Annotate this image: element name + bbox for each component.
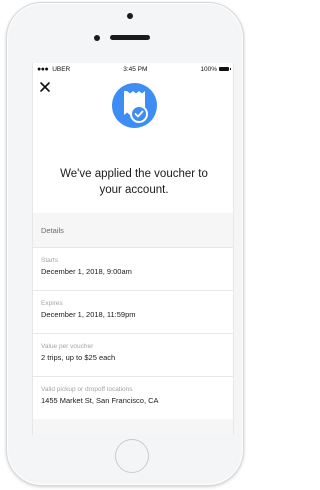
- status-bar: ●●● UBER 3:45 PM 100%: [33, 63, 233, 75]
- app-screen: ●●● UBER 3:45 PM 100% We've applied the …: [32, 63, 234, 435]
- details-section: Details Starts December 1, 2018, 9:00am …: [33, 213, 233, 435]
- detail-label: Starts: [41, 257, 58, 264]
- detail-row-value: Value per voucher 2 trips, up to $25 eac…: [33, 333, 233, 376]
- detail-row-starts: Starts December 1, 2018, 9:00am: [33, 247, 233, 290]
- battery-icon: [219, 66, 231, 72]
- carrier-name: UBER: [52, 65, 71, 73]
- detail-value: December 1, 2018, 11:59pm: [41, 310, 136, 319]
- detail-value: December 1, 2018, 9:00am: [41, 267, 132, 276]
- status-left: ●●● UBER: [37, 66, 70, 73]
- signal-icon: ●●●: [37, 65, 49, 73]
- front-camera: [94, 35, 100, 41]
- battery-percent: 100%: [200, 65, 217, 73]
- detail-row-locations: Valid pickup or dropoff locations 1455 M…: [33, 376, 233, 419]
- detail-label: Expires: [41, 300, 63, 307]
- close-icon: [40, 82, 50, 92]
- voucher-check-icon: [112, 83, 157, 128]
- top-camera-dot: [127, 13, 133, 19]
- home-button[interactable]: [115, 439, 149, 473]
- status-time: 3:45 PM: [123, 65, 148, 73]
- detail-value: 1455 Market St, San Francisco, CA: [41, 396, 159, 405]
- earpiece-speaker: [110, 35, 150, 40]
- close-button[interactable]: [39, 80, 51, 92]
- detail-value: 2 trips, up to $25 each: [41, 353, 116, 362]
- details-label: Details: [41, 225, 64, 235]
- phone-frame: ●●● UBER 3:45 PM 100% We've applied the …: [6, 2, 244, 486]
- detail-label: Value per voucher: [41, 343, 94, 350]
- detail-row-expires: Expires December 1, 2018, 11:59pm: [33, 290, 233, 333]
- confirmation-headline: We've applied the voucher to your accoun…: [60, 168, 208, 196]
- detail-label: Valid pickup or dropoff locations: [41, 386, 133, 393]
- battery-status: 100%: [200, 65, 231, 73]
